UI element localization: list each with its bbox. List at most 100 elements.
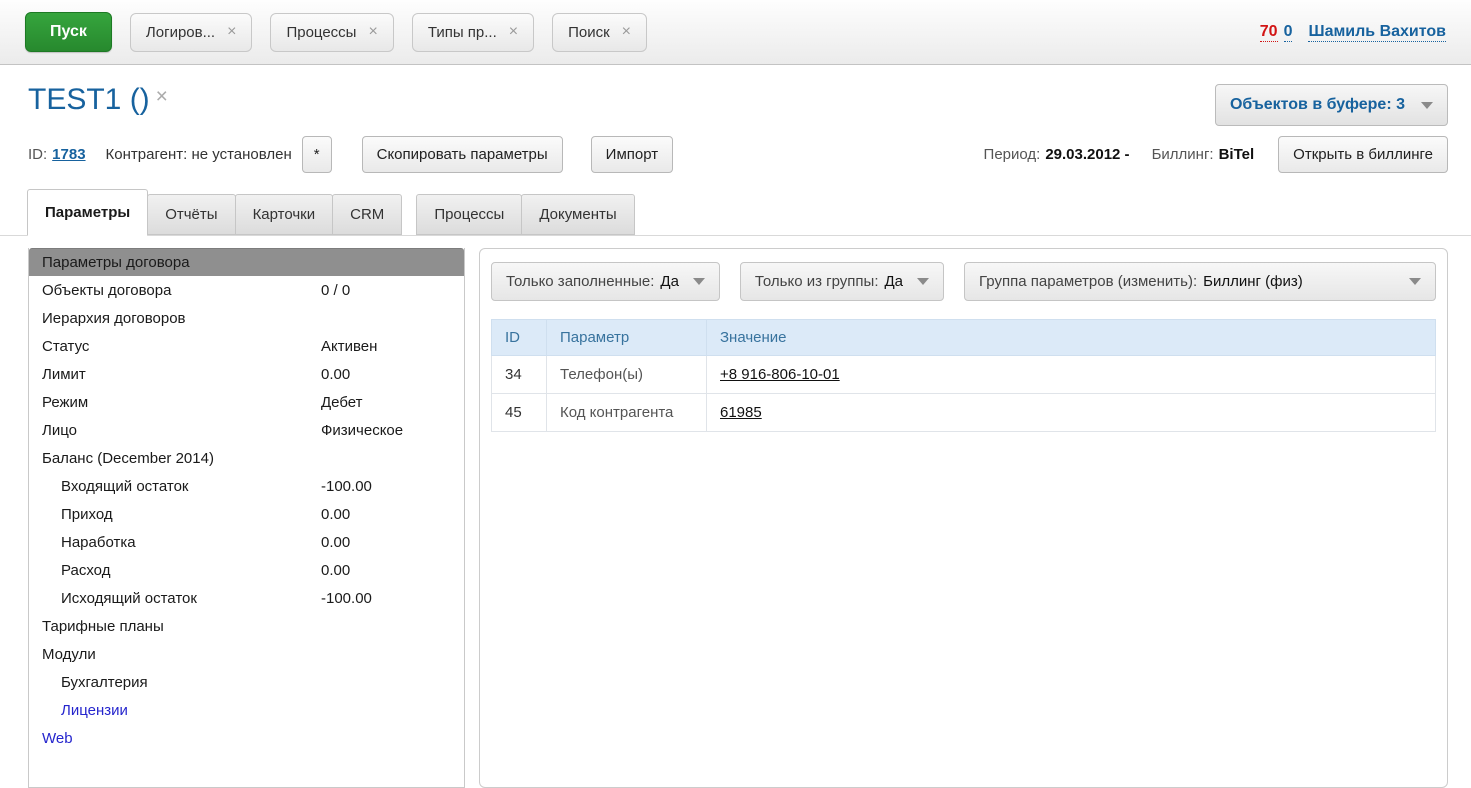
sidebar-item[interactable]: Расход 0.00 — [29, 556, 464, 584]
buffer-dropdown-button[interactable]: Объектов в буфере: 3 — [1215, 84, 1448, 126]
chevron-down-icon — [1409, 278, 1421, 285]
sidebar-item-label: Модули — [29, 646, 321, 663]
sidebar-item-label: Бухгалтерия — [29, 674, 321, 691]
close-icon[interactable]: × — [156, 85, 168, 109]
sidebar-item-label: Лицензии — [29, 702, 321, 719]
tab-label: Документы — [539, 206, 616, 223]
user-name-link[interactable]: Шамиль Вахитов — [1308, 23, 1446, 42]
sidebar-item[interactable]: Приход 0.00 — [29, 500, 464, 528]
billing-value: BiTel — [1219, 146, 1255, 163]
sidebar-item-value: Физическое — [321, 422, 403, 439]
param-value-link[interactable]: 61985 — [720, 404, 762, 421]
sidebar-item[interactable]: Лимит 0.00 — [29, 360, 464, 388]
tab[interactable]: Параметры — [27, 189, 148, 236]
sidebar-item[interactable]: Бухгалтерия — [29, 668, 464, 696]
filter-dropdown[interactable]: Группа параметров (изменить): Биллинг (ф… — [964, 262, 1436, 301]
copy-params-button[interactable]: Скопировать параметры — [362, 136, 563, 173]
sidebar-item[interactable]: Исходящий остаток -100.00 — [29, 584, 464, 612]
sidebar-item[interactable]: Web — [29, 724, 464, 752]
tab[interactable]: Документы — [521, 194, 634, 235]
param-id-cell: 45 — [492, 394, 547, 432]
contractor-star-button[interactable]: * — [302, 136, 332, 173]
filter-dropdown-value: Да — [885, 273, 904, 290]
tab-label: CRM — [350, 206, 384, 223]
filter-dropdown-label: Только из группы: — [755, 273, 879, 290]
billing-label: Биллинг: — [1152, 146, 1214, 163]
sidebar-item-label: Тарифные планы — [29, 618, 321, 635]
info-row: ID: 1783 Контрагент: не установлен * Ско… — [28, 136, 1448, 173]
sidebar-item[interactable]: Иерархия договоров — [29, 304, 464, 332]
content: Параметры договора Объекты договора 0 / … — [0, 236, 1471, 788]
tab-label: Карточки — [253, 206, 316, 223]
tab-label: Параметры — [45, 204, 130, 221]
sidebar-item[interactable]: Лицензии — [29, 696, 464, 724]
tab[interactable]: Карточки — [235, 194, 334, 235]
notification-count-blue[interactable]: 0 — [1284, 23, 1293, 42]
contractor-field: Контрагент: не установлен — [106, 146, 292, 163]
topbar-open-tab-label: Логиров... — [146, 24, 215, 41]
table-header-row: ID Параметр Значение — [492, 320, 1436, 356]
id-link[interactable]: 1783 — [52, 146, 85, 163]
close-icon[interactable]: × — [368, 24, 377, 40]
page-title: TEST1 () — [28, 83, 150, 116]
sidebar-item-value: -100.00 — [321, 478, 372, 495]
chevron-down-icon — [1421, 102, 1433, 109]
topbar-right: 70 0 Шамиль Вахитов — [1260, 23, 1446, 42]
contract-sidebar: Параметры договора Объекты договора 0 / … — [28, 248, 465, 788]
notification-count-red[interactable]: 70 — [1260, 23, 1278, 42]
sidebar-item-value: Активен — [321, 338, 377, 355]
topbar-open-tab-label: Типы пр... — [428, 24, 497, 41]
sidebar-item[interactable]: Баланс (December 2014) — [29, 444, 464, 472]
topbar-open-tab-label: Процессы — [286, 24, 356, 41]
sidebar-item-label: Расход — [29, 562, 321, 579]
sidebar-item[interactable]: Модули — [29, 640, 464, 668]
import-button[interactable]: Импорт — [591, 136, 673, 173]
sidebar-item[interactable]: Тарифные планы — [29, 612, 464, 640]
close-icon[interactable]: × — [227, 24, 236, 40]
sidebar-item-value: 0.00 — [321, 506, 350, 523]
filter-dropdown-label: Только заполненные: — [506, 273, 654, 290]
tab[interactable]: Отчёты — [147, 194, 235, 235]
param-value-link[interactable]: +8 916-806-10-01 — [720, 366, 840, 383]
sidebar-item-label: Наработка — [29, 534, 321, 551]
sidebar-item-value: -100.00 — [321, 590, 372, 607]
contractor-label: Контрагент: — [106, 146, 188, 163]
table-header-cell: Параметр — [547, 320, 707, 356]
sidebar-item-label: Лицо — [29, 422, 321, 439]
open-in-billing-button[interactable]: Открыть в биллинге — [1278, 136, 1448, 173]
sidebar-item[interactable]: Входящий остаток -100.00 — [29, 472, 464, 500]
table-header-cell: Значение — [707, 320, 1436, 356]
sidebar-item[interactable]: Режим Дебет — [29, 388, 464, 416]
table-header-cell: ID — [492, 320, 547, 356]
topbar-open-tab[interactable]: Логиров... × — [130, 13, 253, 52]
tab[interactable]: CRM — [332, 194, 402, 235]
table-row: 45 Код контрагента 61985 — [492, 394, 1436, 432]
topbar-open-tab-label: Поиск — [568, 24, 610, 41]
tab[interactable]: Процессы — [416, 194, 522, 235]
topbar-open-tab[interactable]: Процессы × — [270, 13, 393, 52]
sidebar-item[interactable]: Объекты договора 0 / 0 — [29, 276, 464, 304]
period-label: Период: — [984, 146, 1041, 163]
sidebar-item[interactable]: Параметры договора — [29, 248, 464, 276]
sidebar-item[interactable]: Наработка 0.00 — [29, 528, 464, 556]
filter-dropdown-value: Биллинг (физ) — [1203, 273, 1303, 290]
filter-dropdown[interactable]: Только из группы: Да — [740, 262, 944, 301]
param-value-cell: +8 916-806-10-01 — [707, 356, 1436, 394]
table-row: 34 Телефон(ы) +8 916-806-10-01 — [492, 356, 1436, 394]
sidebar-item[interactable]: Статус Активен — [29, 332, 464, 360]
filter-dropdown[interactable]: Только заполненные: Да — [491, 262, 720, 301]
param-value-cell: 61985 — [707, 394, 1436, 432]
sidebar-item-label: Статус — [29, 338, 321, 355]
tab-label: Отчёты — [165, 206, 217, 223]
topbar-open-tab[interactable]: Поиск × — [552, 13, 647, 52]
start-button[interactable]: Пуск — [25, 12, 112, 52]
topbar: Пуск Логиров... × Процессы × Типы пр... … — [0, 0, 1471, 65]
topbar-open-tab[interactable]: Типы пр... × — [412, 13, 534, 52]
sidebar-item-label: Режим — [29, 394, 321, 411]
close-icon[interactable]: × — [509, 24, 518, 40]
sidebar-item-label: Объекты договора — [29, 282, 321, 299]
sidebar-item[interactable]: Лицо Физическое — [29, 416, 464, 444]
filter-dropdown-label: Группа параметров (изменить): — [979, 273, 1197, 290]
param-id-cell: 34 — [492, 356, 547, 394]
close-icon[interactable]: × — [622, 24, 631, 40]
